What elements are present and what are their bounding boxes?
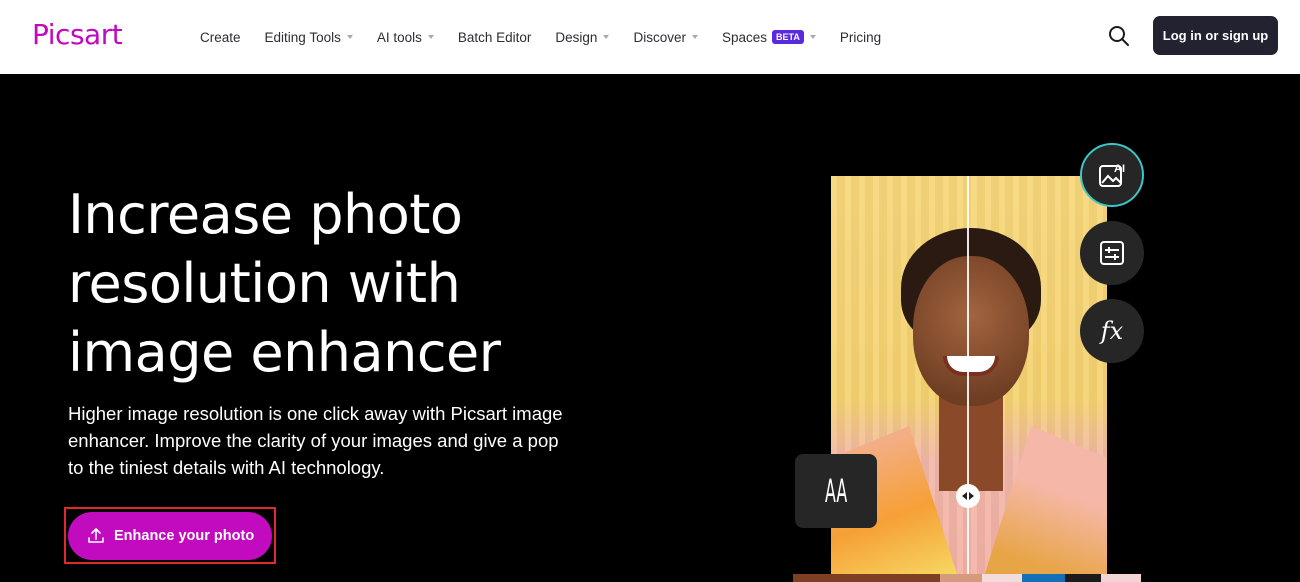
nav-label: Spaces (721, 29, 767, 45)
hero-title-line: Increase photo (68, 183, 463, 246)
caret-down-icon (603, 35, 610, 39)
palette-swatch[interactable] (940, 574, 982, 582)
caret-down-icon (346, 35, 353, 39)
sliders-icon (1100, 241, 1124, 265)
nav-pricing[interactable]: Pricing (840, 30, 881, 45)
palette-swatch[interactable] (982, 574, 1022, 582)
palette-swatch[interactable] (1022, 574, 1065, 582)
nav-label: Editing Tools (264, 29, 341, 45)
hero-title-line: resolution with (68, 252, 461, 315)
upload-icon (88, 528, 104, 543)
nav-editing-tools[interactable]: Editing Tools (265, 30, 353, 45)
color-palette (793, 574, 1141, 582)
hero-title: Increase photo resolution with image enh… (68, 180, 628, 387)
ai-enhance-tool-button[interactable]: AI (1080, 143, 1144, 207)
nav-ai-tools[interactable]: AI tools (377, 30, 434, 45)
font-sample-text: AA (824, 472, 848, 510)
main-nav: Create Editing Tools AI tools Batch Edit… (200, 0, 905, 74)
search-icon[interactable] (1107, 24, 1131, 48)
nav-label: AI tools (376, 29, 422, 45)
nav-discover[interactable]: Discover (633, 30, 698, 45)
arrow-left-icon (962, 492, 967, 500)
adjust-tool-button[interactable] (1080, 221, 1144, 285)
effects-tool-button[interactable]: fx (1080, 299, 1144, 363)
arrow-right-icon (969, 492, 974, 500)
caret-down-icon (809, 35, 816, 39)
login-signup-button[interactable]: Log in or sign up (1153, 16, 1278, 55)
nav-design[interactable]: Design (555, 29, 610, 45)
compare-slider-handle[interactable] (956, 484, 980, 508)
nav-label: Pricing (839, 29, 882, 45)
ai-image-icon: AI (1099, 163, 1125, 187)
font-card: AA (795, 454, 877, 528)
nav-label: Create (200, 29, 241, 45)
nav-spaces[interactable]: Spaces BETA (722, 30, 816, 45)
nav-create[interactable]: Create (200, 30, 241, 45)
photo-face (913, 256, 1029, 406)
hero-title-line: image enhancer (68, 321, 501, 384)
cta-label: Enhance your photo (114, 528, 255, 544)
fx-icon: fx (1100, 317, 1124, 345)
picsart-logo[interactable]: Picsart (32, 18, 123, 51)
svg-text:AI: AI (1114, 163, 1125, 175)
hero-description: Higher image resolution is one click awa… (68, 403, 563, 478)
caret-down-icon (427, 35, 434, 39)
compare-divider (967, 176, 969, 582)
nav-label: Discover (633, 29, 686, 45)
nav-batch-editor[interactable]: Batch Editor (458, 30, 532, 45)
site-header: Picsart Create Editing Tools AI tools Ba… (0, 0, 1300, 74)
caret-down-icon (691, 35, 698, 39)
palette-swatch[interactable] (793, 574, 940, 582)
nav-label: Batch Editor (457, 29, 532, 45)
enhance-photo-button[interactable]: Enhance your photo (68, 512, 272, 560)
palette-swatch[interactable] (1101, 574, 1141, 582)
palette-swatch[interactable] (1065, 574, 1101, 582)
beta-badge: BETA (772, 30, 804, 44)
photo-neck (939, 391, 1003, 491)
nav-label: Design (555, 29, 598, 45)
